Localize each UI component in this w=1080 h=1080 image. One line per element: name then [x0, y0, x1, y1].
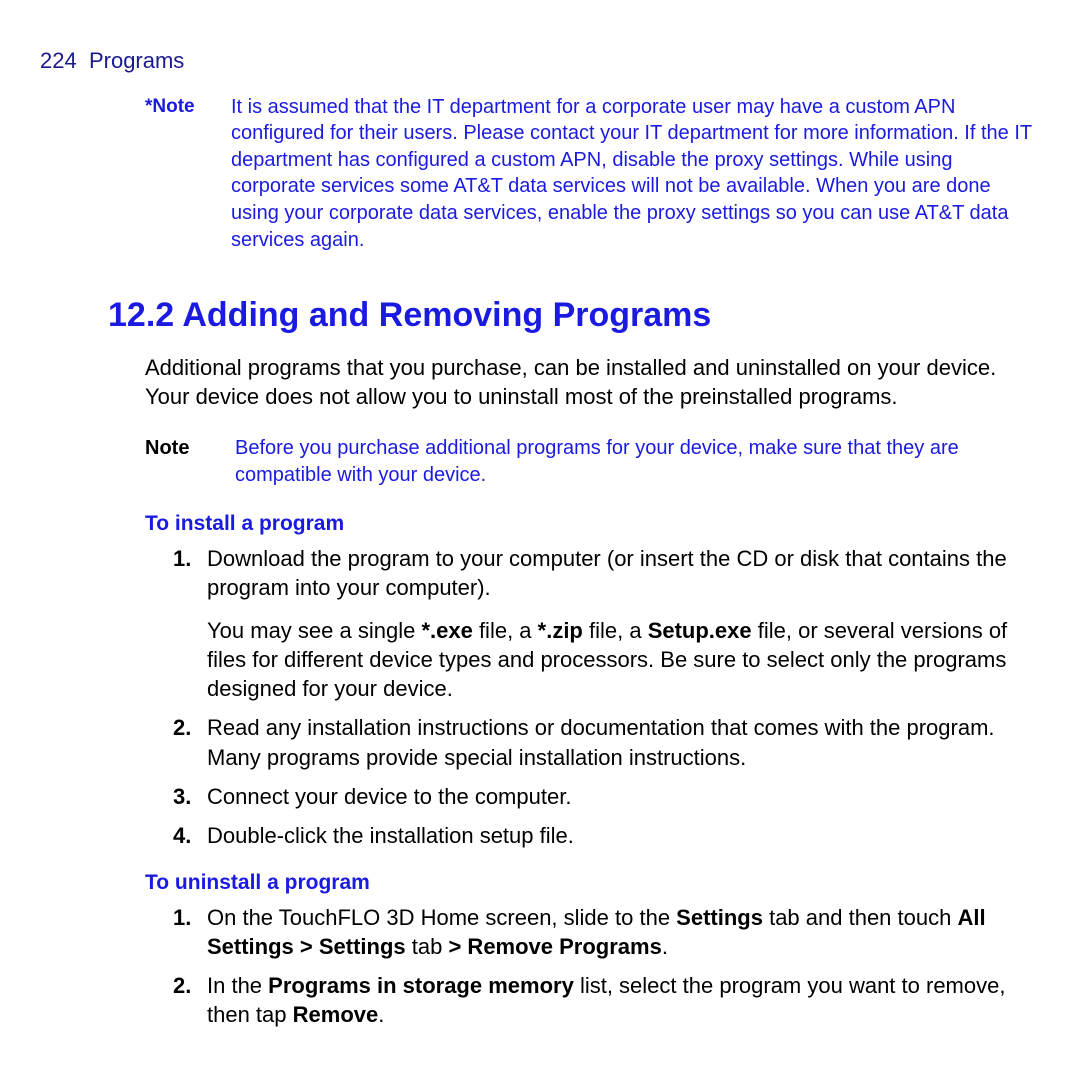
install-list: 1. Download the program to your computer…	[173, 544, 1032, 851]
list-number: 3.	[173, 782, 207, 812]
list-number: 2.	[173, 971, 207, 1001]
list-body: On the TouchFLO 3D Home screen, slide to…	[207, 903, 1032, 961]
note-compatibility: Note Before you purchase additional prog…	[145, 435, 1032, 488]
list-number: 1.	[173, 544, 207, 574]
list-number: 1.	[173, 903, 207, 933]
note-label: *Note	[145, 94, 231, 120]
page-number: 224	[40, 48, 77, 73]
list-number: 2.	[173, 713, 207, 743]
install-heading: To install a program	[145, 510, 1032, 538]
list-item: 4. Double-click the installation setup f…	[173, 821, 1032, 851]
list-body: Connect your device to the computer.	[207, 782, 571, 811]
note-apn: *Note It is assumed that the IT departme…	[145, 94, 1032, 254]
note-body: It is assumed that the IT department for…	[231, 94, 1032, 254]
list-item: 1. Download the program to your computer…	[173, 544, 1032, 703]
list-number: 4.	[173, 821, 207, 851]
chapter-name: Programs	[89, 48, 184, 73]
page-header: 224 Programs	[40, 46, 1032, 76]
note-body: Before you purchase additional programs …	[235, 435, 1032, 488]
list-body: Download the program to your computer (o…	[207, 544, 1032, 703]
uninstall-list: 1. On the TouchFLO 3D Home screen, slide…	[173, 903, 1032, 1029]
list-sub-paragraph: You may see a single *.exe file, a *.zip…	[207, 616, 1032, 703]
list-item: 3. Connect your device to the computer.	[173, 782, 1032, 812]
list-body: Double-click the installation setup file…	[207, 821, 574, 850]
section-paragraph: Additional programs that you purchase, c…	[145, 353, 1032, 411]
list-item: 2. In the Programs in storage memory lis…	[173, 971, 1032, 1029]
list-item: 2. Read any installation instructions or…	[173, 713, 1032, 771]
list-body: Read any installation instructions or do…	[207, 713, 1032, 771]
note-label: Note	[145, 435, 235, 462]
uninstall-heading: To uninstall a program	[145, 869, 1032, 897]
list-item: 1. On the TouchFLO 3D Home screen, slide…	[173, 903, 1032, 961]
list-body: In the Programs in storage memory list, …	[207, 971, 1032, 1029]
section-heading: 12.2 Adding and Removing Programs	[108, 293, 1032, 339]
